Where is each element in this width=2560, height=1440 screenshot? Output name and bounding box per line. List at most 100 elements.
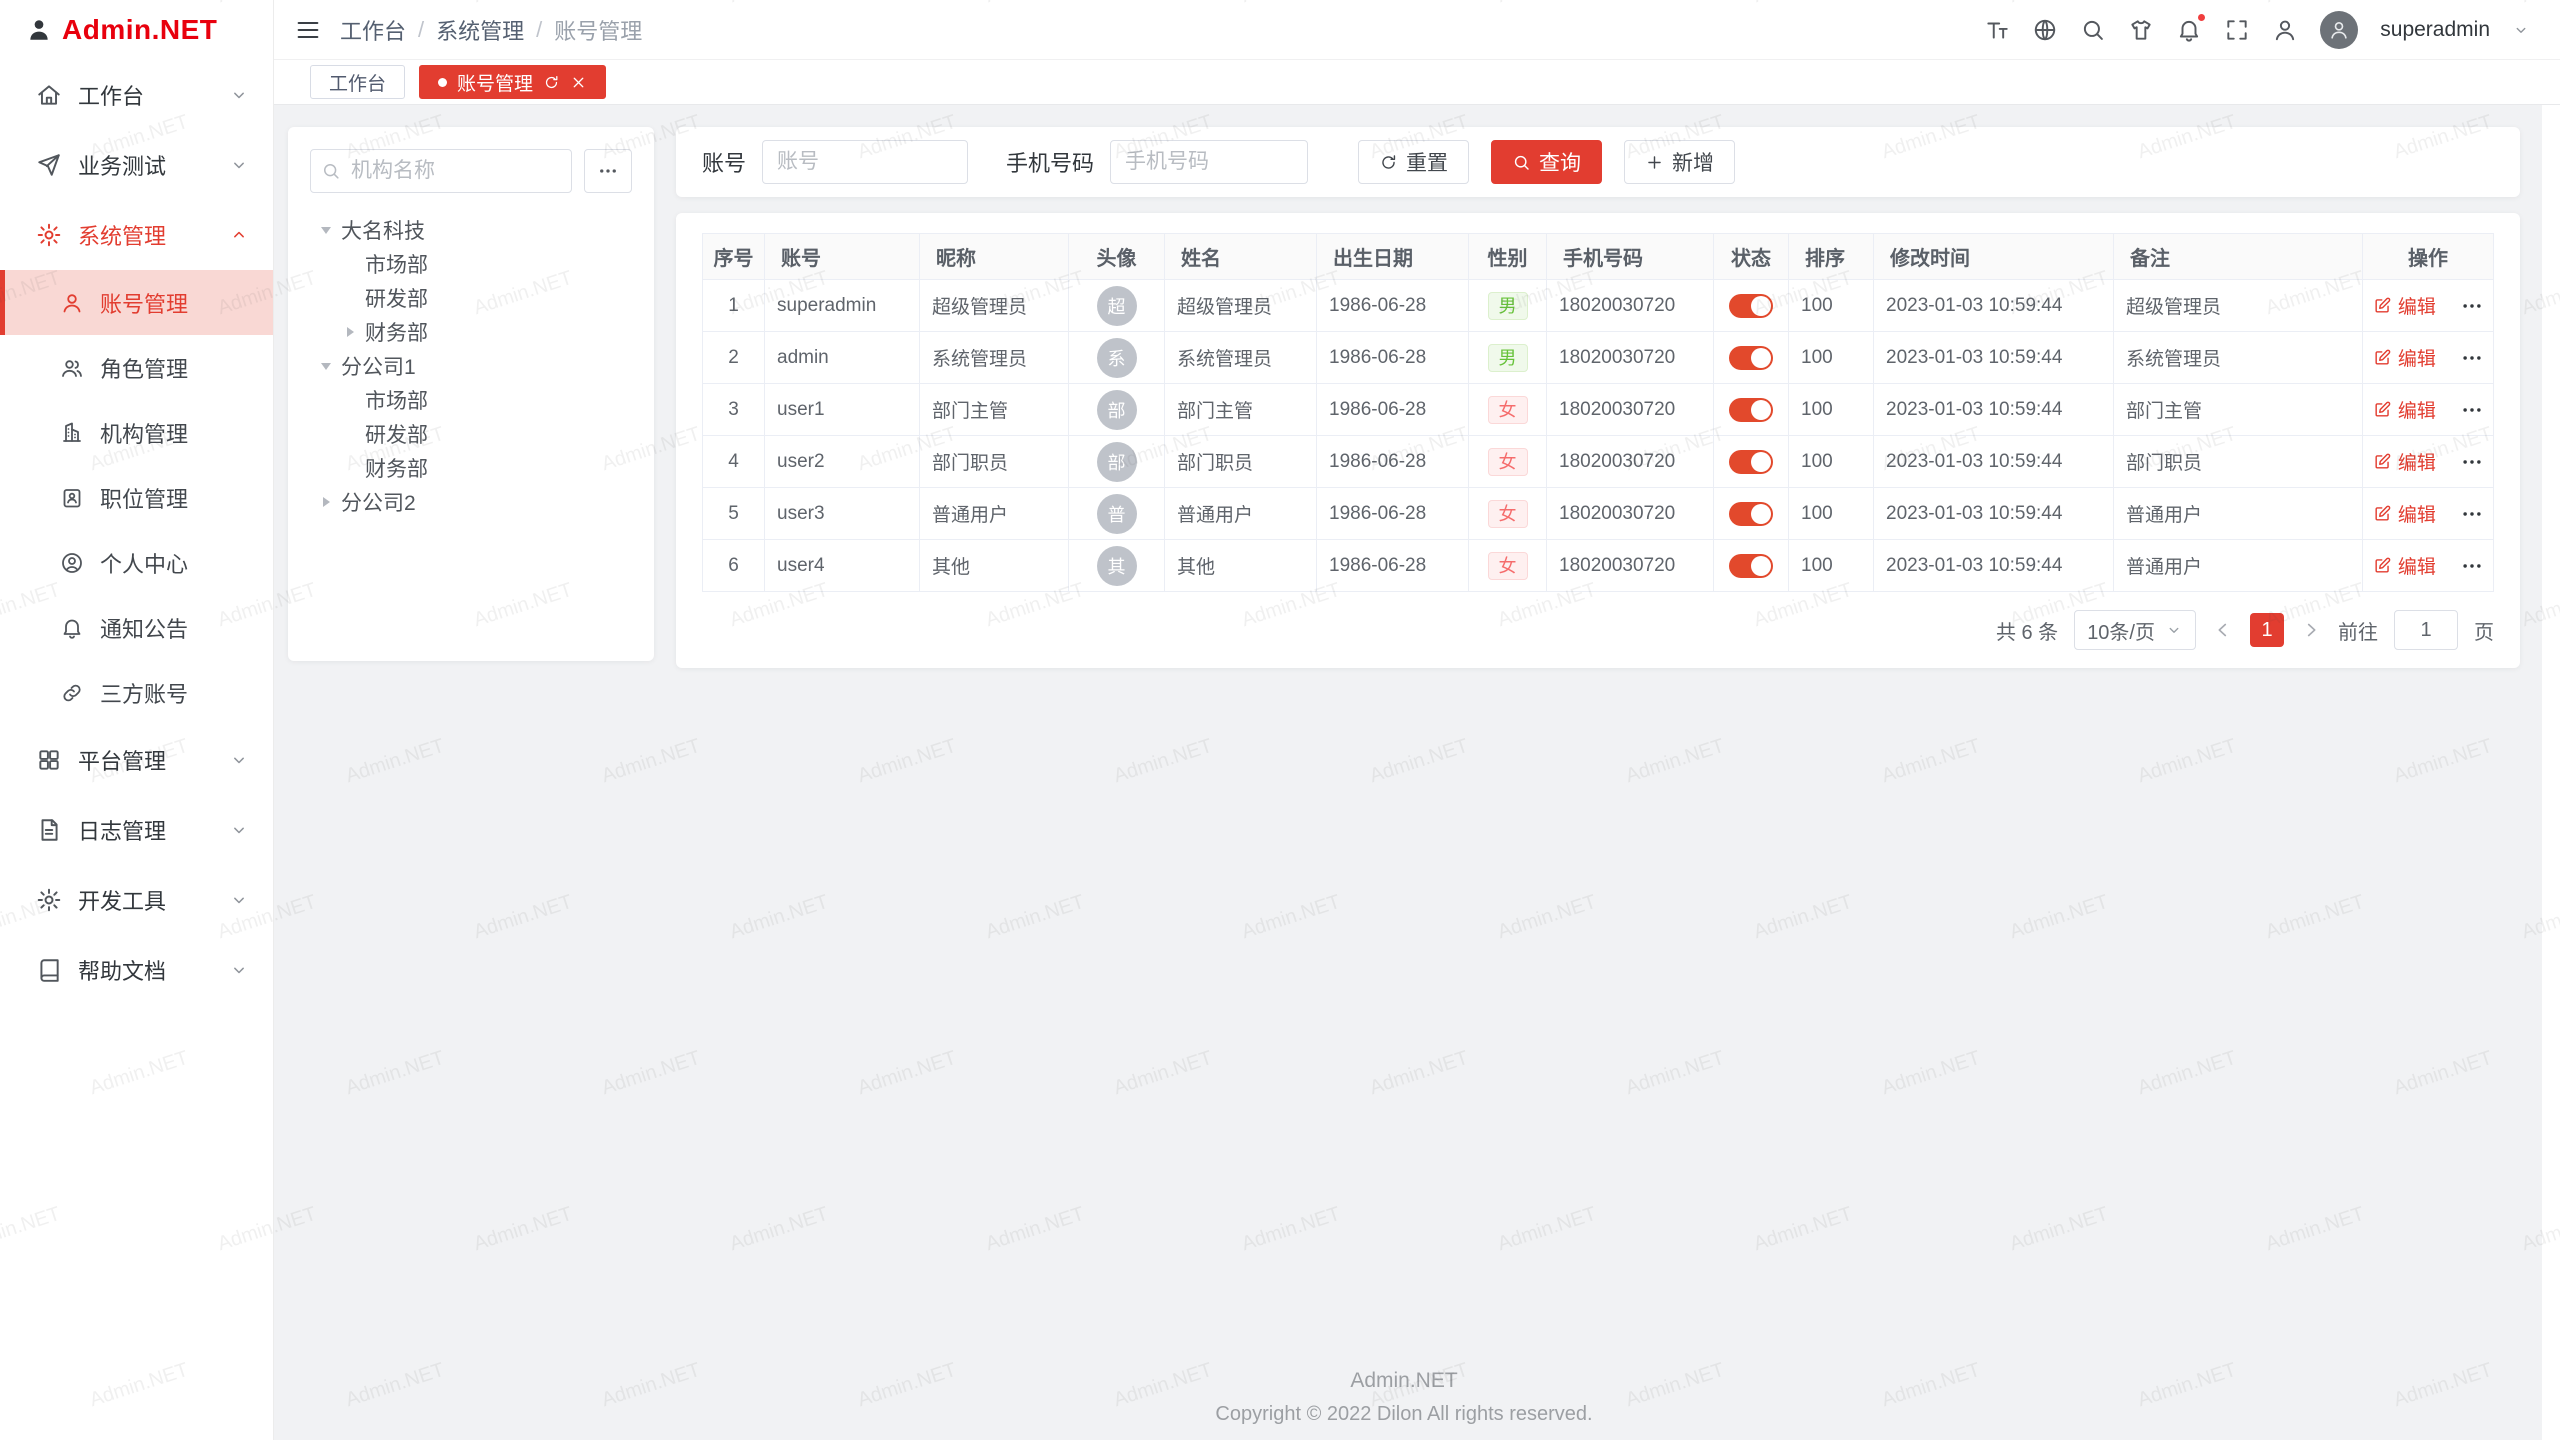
status-toggle[interactable] xyxy=(1729,398,1773,422)
tab-account[interactable]: 账号管理 xyxy=(419,65,606,99)
scrollbar-track[interactable] xyxy=(2542,105,2560,1440)
row-more-button[interactable] xyxy=(2461,555,2483,577)
tree-node[interactable]: 研发部 xyxy=(310,417,632,451)
page-size-select[interactable]: 10条/页 xyxy=(2074,610,2196,650)
breadcrumb-separator: / xyxy=(536,17,542,43)
tree-node[interactable]: 分公司2 xyxy=(310,485,632,519)
tree-node[interactable]: 财务部 xyxy=(310,451,632,485)
sidebar-item-workbench[interactable]: 工作台 xyxy=(0,60,273,130)
notification-badge xyxy=(2196,12,2207,23)
add-button[interactable]: 新增 xyxy=(1624,140,1735,184)
next-page-button[interactable] xyxy=(2300,619,2322,641)
sidebar-item-thirdparty[interactable]: 三方账号 xyxy=(0,660,273,725)
row-more-button[interactable] xyxy=(2461,295,2483,317)
status-toggle[interactable] xyxy=(1729,554,1773,578)
sidebar-item-devtools[interactable]: 开发工具 xyxy=(0,865,273,935)
page-number[interactable]: 1 xyxy=(2250,613,2284,647)
user-icon[interactable] xyxy=(2272,17,2298,43)
status-toggle[interactable] xyxy=(1729,346,1773,370)
text-size-icon[interactable] xyxy=(1984,17,2010,43)
tree-caret[interactable] xyxy=(318,494,334,510)
cell-status xyxy=(1714,384,1789,436)
tree-caret[interactable] xyxy=(342,256,358,272)
notification-icon[interactable] xyxy=(2176,17,2202,43)
gender-tag: 男 xyxy=(1488,292,1528,320)
edit-button[interactable]: 编辑 xyxy=(2373,344,2436,371)
goto-page-input[interactable] xyxy=(2394,610,2458,650)
sidebar-item-org[interactable]: 机构管理 xyxy=(0,400,273,465)
chevron-down-icon xyxy=(2165,621,2183,639)
cell-name: 部门主管 xyxy=(1165,384,1317,436)
cell-index: 4 xyxy=(703,436,765,488)
edit-button[interactable]: 编辑 xyxy=(2373,396,2436,423)
edit-button[interactable]: 编辑 xyxy=(2373,500,2436,527)
sidebar-item-system[interactable]: 系统管理 xyxy=(0,200,273,270)
tree-node[interactable]: 大名科技 xyxy=(310,213,632,247)
prev-page-button[interactable] xyxy=(2212,619,2234,641)
cell-phone: 18020030720 xyxy=(1547,384,1714,436)
search-button[interactable]: 查询 xyxy=(1491,140,1602,184)
tree-node[interactable]: 市场部 xyxy=(310,383,632,417)
account-input[interactable] xyxy=(762,140,968,184)
language-icon[interactable] xyxy=(2032,17,2058,43)
reset-button[interactable]: 重置 xyxy=(1358,140,1469,184)
cell-gender: 男 xyxy=(1469,280,1547,332)
org-search-input[interactable] xyxy=(310,149,572,193)
tree-node[interactable]: 财务部 xyxy=(310,315,632,349)
edit-button[interactable]: 编辑 xyxy=(2373,552,2436,579)
status-toggle[interactable] xyxy=(1729,450,1773,474)
tree-node-label: 分公司1 xyxy=(341,351,416,381)
tree-node[interactable]: 分公司1 xyxy=(310,349,632,383)
tree-caret[interactable] xyxy=(318,222,334,238)
cell-actions: 编辑 xyxy=(2363,384,2494,436)
tree-caret[interactable] xyxy=(342,392,358,408)
cell-index: 6 xyxy=(703,540,765,592)
tab-workbench[interactable]: 工作台 xyxy=(310,65,405,99)
cell-index: 5 xyxy=(703,488,765,540)
sidebar-item-role[interactable]: 角色管理 xyxy=(0,335,273,400)
sidebar-item-platform[interactable]: 平台管理 xyxy=(0,725,273,795)
sidebar-item-profile[interactable]: 个人中心 xyxy=(0,530,273,595)
edit-button[interactable]: 编辑 xyxy=(2373,448,2436,475)
org-more-button[interactable] xyxy=(584,149,632,193)
breadcrumb-item[interactable]: 系统管理 xyxy=(436,14,524,46)
tree-node[interactable]: 研发部 xyxy=(310,281,632,315)
row-more-button[interactable] xyxy=(2461,451,2483,473)
phone-input[interactable] xyxy=(1110,140,1308,184)
status-toggle[interactable] xyxy=(1729,294,1773,318)
row-more-button[interactable] xyxy=(2461,503,2483,525)
username[interactable]: superadmin xyxy=(2380,18,2490,42)
tree-caret[interactable] xyxy=(318,358,334,374)
sidebar-item-business-test[interactable]: 业务测试 xyxy=(0,130,273,200)
sidebar-item-notice[interactable]: 通知公告 xyxy=(0,595,273,660)
tree-caret[interactable] xyxy=(342,460,358,476)
sidebar-item-position[interactable]: 职位管理 xyxy=(0,465,273,530)
sidebar-item-logs[interactable]: 日志管理 xyxy=(0,795,273,865)
tree-caret[interactable] xyxy=(342,426,358,442)
row-more-button[interactable] xyxy=(2461,347,2483,369)
chevron-down-icon[interactable] xyxy=(2512,21,2530,39)
column-header: 手机号码 xyxy=(1547,234,1714,280)
breadcrumb-item[interactable]: 工作台 xyxy=(340,14,406,46)
cell-birth: 1986-06-28 xyxy=(1317,384,1469,436)
tree-caret[interactable] xyxy=(342,324,358,340)
sidebar-item-account[interactable]: 账号管理 xyxy=(0,270,273,335)
column-header: 备注 xyxy=(2114,234,2363,280)
fullscreen-icon[interactable] xyxy=(2224,17,2250,43)
logo[interactable]: Admin.NET xyxy=(0,0,273,60)
sidebar-item-help[interactable]: 帮助文档 xyxy=(0,935,273,1005)
refresh-icon[interactable] xyxy=(543,74,560,91)
menu-toggle-icon[interactable] xyxy=(294,16,322,44)
status-toggle[interactable] xyxy=(1729,502,1773,526)
search-icon[interactable] xyxy=(2080,17,2106,43)
search-icon xyxy=(1512,153,1531,172)
user-avatar[interactable] xyxy=(2320,11,2358,49)
edit-button[interactable]: 编辑 xyxy=(2373,292,2436,319)
sidebar-menu: 工作台 业务测试 系统管理 账号管理 角色管理 xyxy=(0,60,273,1440)
tree-caret[interactable] xyxy=(342,290,358,306)
chevron-down-icon xyxy=(229,155,249,175)
close-icon[interactable] xyxy=(570,74,587,91)
theme-icon[interactable] xyxy=(2128,17,2154,43)
tree-node[interactable]: 市场部 xyxy=(310,247,632,281)
row-more-button[interactable] xyxy=(2461,399,2483,421)
